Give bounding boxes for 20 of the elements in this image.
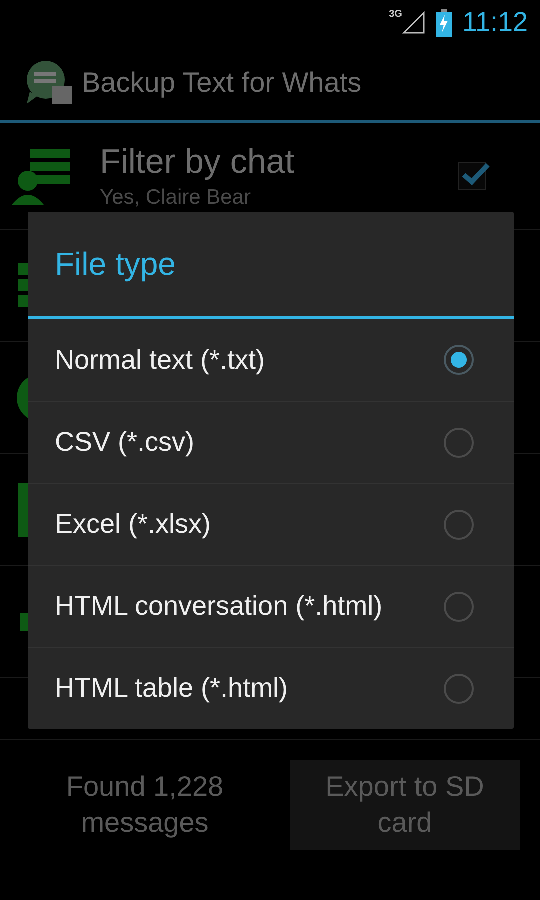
dialog-title: File type — [28, 212, 514, 319]
file-type-option[interactable]: Excel (*.xlsx) — [28, 483, 514, 565]
file-type-option[interactable]: HTML conversation (*.html) — [28, 565, 514, 647]
radio-button[interactable] — [444, 345, 474, 375]
file-type-option[interactable]: Normal text (*.txt) — [28, 319, 514, 401]
message-count: Found 1,228 messages — [65, 770, 225, 840]
file-type-option[interactable]: HTML table (*.html) — [28, 647, 514, 729]
battery-charging-icon — [436, 8, 452, 36]
app-logo-icon — [24, 60, 74, 106]
radio-button[interactable] — [444, 674, 474, 704]
network-type: 3G — [389, 9, 402, 20]
radio-button[interactable] — [444, 592, 474, 622]
clock: 11:12 — [462, 7, 528, 38]
signal-icon — [402, 10, 426, 34]
setting-title: Filter by chat — [100, 142, 296, 182]
setting-summary: Yes, Claire Bear — [100, 186, 252, 210]
file-type-option[interactable]: CSV (*.csv) — [28, 401, 514, 483]
radio-button[interactable] — [444, 428, 474, 458]
radio-button[interactable] — [444, 510, 474, 540]
app-title: Backup Text for Whats — [82, 66, 362, 98]
